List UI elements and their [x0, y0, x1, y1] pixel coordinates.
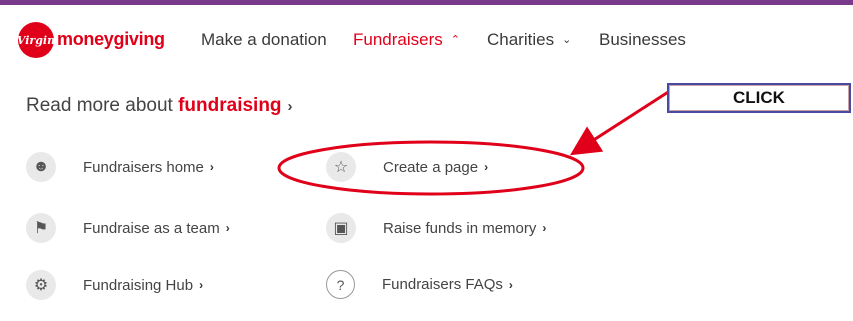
nav-make-a-donation[interactable]: Make a donation — [201, 30, 327, 50]
hub-icon: ⚙ — [26, 270, 56, 300]
link-raise-funds-in-memory-label: Raise funds in memory — [383, 219, 537, 237]
section-heading[interactable]: Read more about fundraising › — [26, 95, 293, 117]
click-callout: CLICK — [667, 83, 851, 113]
link-arrow-icon: › — [508, 277, 513, 292]
link-create-a-page-label: Create a page — [383, 158, 479, 176]
link-arrow-icon: › — [542, 221, 547, 235]
heading-arrow-icon: › — [287, 98, 293, 115]
nav-businesses[interactable]: Businesses — [599, 30, 686, 50]
memorial-frame-icon: ▣ — [326, 213, 356, 243]
nav-fundraisers-label: Fundraisers — [353, 30, 443, 49]
people-group-icon: ☻ — [26, 152, 56, 182]
chevron-up-icon: ⌃ — [450, 34, 460, 46]
callout-arrow — [569, 85, 677, 156]
section-heading-keyword: fundraising — [178, 95, 282, 116]
virgin-logo[interactable]: Virgin — [17, 22, 55, 58]
link-fundraisers-home[interactable]: ☻ Fundraisers home › — [26, 152, 214, 182]
question-icon: ? — [326, 270, 355, 299]
section-heading-prefix: Read more about — [26, 95, 179, 116]
link-create-a-page[interactable]: ☆ Create a page › — [326, 152, 488, 182]
nav-make-a-donation-label: Make a donation — [201, 30, 327, 49]
link-arrow-icon: › — [209, 160, 214, 174]
nav-charities[interactable]: Charities ⌄ — [487, 30, 571, 50]
link-raise-funds-in-memory[interactable]: ▣ Raise funds in memory › — [326, 213, 546, 243]
link-arrow-icon: › — [225, 221, 230, 235]
link-fundraisers-faqs[interactable]: ? Fundraisers FAQs › — [326, 270, 513, 299]
nav-businesses-label: Businesses — [599, 30, 686, 49]
nav-charities-label: Charities — [487, 30, 555, 49]
link-fundraising-hub-label: Fundraising Hub — [83, 276, 194, 294]
link-fundraisers-faqs-label: Fundraisers FAQs — [382, 276, 503, 293]
nav-fundraisers[interactable]: Fundraisers ⌃ — [353, 30, 460, 50]
link-arrow-icon: › — [484, 160, 489, 174]
link-arrow-icon: › — [199, 278, 204, 292]
top-accent-bar — [0, 0, 853, 5]
chevron-down-icon: ⌄ — [562, 34, 572, 46]
celebrating-person-icon: ☆ — [326, 152, 356, 182]
link-fundraise-as-a-team-label: Fundraise as a team — [83, 219, 220, 237]
team-icon: ⚑ — [26, 213, 56, 243]
moneygiving-logo[interactable]: moneygiving — [57, 29, 165, 50]
link-fundraise-as-a-team[interactable]: ⚑ Fundraise as a team › — [26, 213, 230, 243]
link-fundraisers-home-label: Fundraisers home — [83, 158, 204, 176]
link-fundraising-hub[interactable]: ⚙ Fundraising Hub › — [26, 270, 203, 300]
